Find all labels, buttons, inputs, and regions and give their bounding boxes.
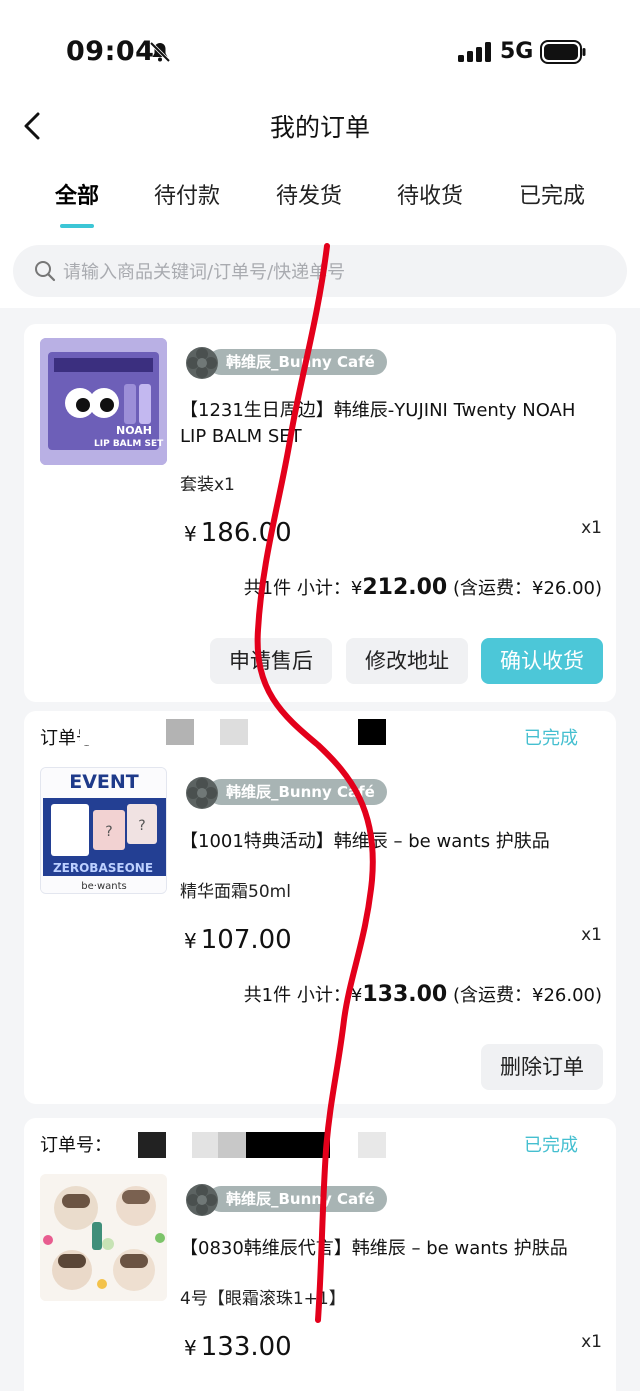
- shop-name: 韩维辰_Bunny Café: [208, 779, 387, 805]
- redaction-block: [358, 719, 386, 745]
- product-quantity: x1: [581, 1332, 602, 1352]
- delete-order-button[interactable]: 删除订单: [481, 1044, 603, 1090]
- product-spec: 套装x1: [180, 475, 235, 495]
- order-tabs: 全部 待付款 待发货 待收货 已完成: [0, 174, 640, 230]
- product-name[interactable]: 【1231生日周边】韩维辰-YUJINI Twenty NOAH LIP BAL…: [180, 398, 604, 450]
- battery-icon: [540, 40, 586, 64]
- svg-text:?: ?: [138, 818, 145, 834]
- search-input[interactable]: 请输入商品关键词/订单号/快递单号: [13, 245, 627, 297]
- active-tab-indicator: [60, 224, 94, 228]
- confirm-receipt-button[interactable]: 确认收货: [481, 638, 603, 684]
- product-image[interactable]: EVENT ? ? ZEROBASEONE be·wants: [40, 767, 167, 894]
- product-spec: 4号【眼霜滚珠1+1】: [180, 1289, 346, 1309]
- order-card[interactable]: NOAH LIP BALM SET 韩维辰_Bunny Café 【1231生日…: [24, 324, 616, 702]
- product-quantity: x1: [581, 925, 602, 945]
- redaction-block: [166, 719, 194, 745]
- order-card[interactable]: 订单号 已完成 EVENT ? ? ZEROBASEONE be·wants 韩…: [24, 711, 616, 1104]
- shop-logo-icon: [186, 347, 218, 379]
- bell-off-icon: [149, 41, 171, 63]
- tab-pending-receipt[interactable]: 待收货: [370, 178, 490, 210]
- shop-logo-icon: [186, 777, 218, 809]
- header-area: 09:04 5G 我的订单 全部 待付款 待发货 待收货 已完成 请输入商品关键…: [0, 0, 640, 308]
- signal-icon: [458, 42, 491, 62]
- shop-name: 韩维辰_Bunny Café: [208, 349, 387, 375]
- status-time: 09:04: [66, 36, 155, 67]
- product-name[interactable]: 【0830韩维辰代言】韩维辰 – be wants 护肤品: [180, 1236, 604, 1262]
- search-placeholder: 请输入商品关键词/订单号/快递单号: [63, 262, 346, 283]
- thumb-text: EVENT: [69, 771, 139, 793]
- tab-all[interactable]: 全部: [17, 178, 137, 210]
- search-icon: [35, 261, 56, 282]
- product-quantity: x1: [581, 518, 602, 538]
- redaction-block: [80, 719, 120, 745]
- nav-bar: 我的订单: [0, 100, 640, 152]
- product-name[interactable]: 【1001特典活动】韩维辰 – be wants 护肤品: [180, 829, 604, 855]
- redaction-block: [218, 1132, 246, 1158]
- redaction-block: [192, 1132, 218, 1158]
- product-image[interactable]: NOAH LIP BALM SET: [40, 338, 167, 465]
- status-bar: 09:04 5G: [0, 0, 640, 100]
- thumb-text: NOAH: [116, 424, 152, 437]
- tab-pending-shipment[interactable]: 待发货: [249, 178, 369, 210]
- redaction-block: [358, 1132, 386, 1158]
- shop-logo-icon: [186, 1184, 218, 1216]
- product-spec: 精华面霜50ml: [180, 882, 291, 902]
- product-price: ¥186.00: [184, 518, 292, 548]
- order-subtotal: 共1件 小计：¥212.00 (含运费：¥26.00): [243, 575, 602, 600]
- network-label: 5G: [500, 39, 534, 64]
- product-price: ¥107.00: [184, 925, 292, 955]
- modify-address-button[interactable]: 修改地址: [346, 638, 468, 684]
- redaction-block: [246, 1132, 330, 1158]
- product-image[interactable]: [40, 1174, 167, 1301]
- page-title: 我的订单: [269, 113, 370, 142]
- order-status: 已完成: [524, 1135, 578, 1156]
- thumb-text: LIP BALM SET: [94, 439, 164, 449]
- order-status: 已完成: [524, 728, 578, 749]
- tab-pending-payment[interactable]: 待付款: [127, 178, 247, 210]
- redaction-block: [220, 719, 248, 745]
- thumb-text: be·wants: [81, 881, 126, 892]
- product-price: ¥133.00: [184, 1332, 292, 1362]
- after-sale-button[interactable]: 申请售后: [210, 638, 332, 684]
- shop-name: 韩维辰_Bunny Café: [208, 1186, 387, 1212]
- tab-completed[interactable]: 已完成: [492, 178, 612, 210]
- order-subtotal: 共1件 小计：¥133.00 (含运费：¥26.00): [243, 982, 602, 1007]
- svg-text:?: ?: [105, 824, 112, 840]
- order-number-label: 订单号：: [40, 1135, 112, 1156]
- thumb-text: ZEROBASEONE: [53, 861, 153, 875]
- order-card[interactable]: 订单号： 已完成 韩维辰_Bunny Café 【0830韩维辰代言】韩维辰 –…: [24, 1118, 616, 1391]
- redaction-block: [138, 1132, 166, 1158]
